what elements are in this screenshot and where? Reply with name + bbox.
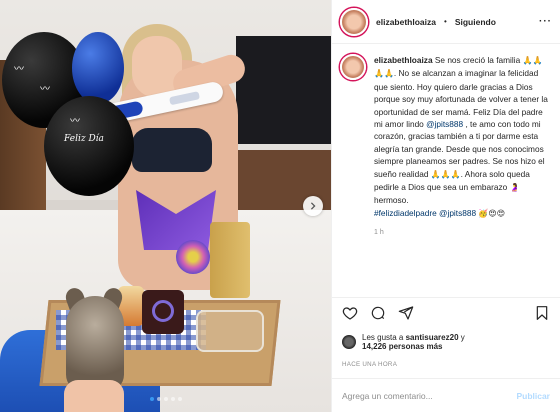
caption-time: 1 h xyxy=(374,229,384,237)
hand-holding-puppy xyxy=(64,380,124,412)
carousel-dots xyxy=(150,397,182,401)
black-balloon-feliz-dia xyxy=(44,96,134,196)
post-panel: elizabethloaiza • Siguiendo ··· elizabet… xyxy=(331,0,560,412)
caption-block: elizabethloaiza Se nos creció la familia… xyxy=(374,54,552,297)
separator-dot: • xyxy=(444,17,447,26)
comment-row: Publicar xyxy=(332,378,560,412)
caption-username[interactable]: elizabethloaiza xyxy=(374,55,433,65)
post-header: elizabethloaiza • Siguiendo ··· xyxy=(332,0,560,44)
mustache-icon: 〰 xyxy=(70,116,80,127)
flower-bouquet xyxy=(176,240,210,274)
hashtag-link[interactable]: #felizdiadelpadre xyxy=(374,208,437,218)
mention-link[interactable]: @jpits888 xyxy=(426,119,463,129)
carousel-dot xyxy=(157,397,161,401)
comment-button[interactable] xyxy=(370,305,386,321)
caption-text: elizabethloaiza Se nos creció la familia… xyxy=(374,54,552,220)
caption-area: elizabethloaiza Se nos creció la familia… xyxy=(332,44,560,297)
liker-avatar[interactable] xyxy=(342,335,356,349)
post-timestamp[interactable]: HACE UNA HORA xyxy=(332,357,560,378)
username-link[interactable]: elizabethloaiza xyxy=(376,17,436,27)
coffee-bag xyxy=(210,222,250,298)
pray-emoji: 🙏🙏🙏 xyxy=(430,169,461,179)
food-container xyxy=(196,310,264,352)
publish-button[interactable]: Publicar xyxy=(516,391,550,401)
blue-balloon xyxy=(72,32,124,104)
send-icon xyxy=(398,305,414,320)
heart-icon xyxy=(342,306,358,320)
carousel-dot xyxy=(164,397,168,401)
avatar[interactable] xyxy=(340,7,368,36)
mustache-icon: 〰 xyxy=(40,84,50,95)
television xyxy=(236,36,331,144)
post-photo[interactable]: 〰 〰 〰 Feliz Día xyxy=(0,0,331,412)
caption-part: Se nos creció la familia xyxy=(432,55,523,65)
comment-icon xyxy=(371,306,385,319)
more-options-icon[interactable]: ··· xyxy=(539,16,552,27)
carousel-dot xyxy=(171,397,175,401)
mustache-icon: 〰 xyxy=(14,64,24,75)
caption-part: hermoso. xyxy=(374,195,409,206)
likes-count[interactable]: 14,226 personas más xyxy=(362,342,443,351)
share-button[interactable] xyxy=(398,305,414,321)
pregnant-emoji: 🤰 xyxy=(509,183,520,193)
purple-ribbon xyxy=(152,300,174,322)
carousel-dot xyxy=(178,397,182,401)
following-button[interactable]: Siguiendo xyxy=(455,17,496,27)
woman-top xyxy=(132,128,212,172)
carousel-dot xyxy=(150,397,154,401)
likes-text: Les gusta a santisuarez20 y 14,226 perso… xyxy=(362,333,465,351)
mention-link[interactable]: @jpits888 xyxy=(439,208,476,218)
likes-middle: y xyxy=(458,333,465,342)
save-button[interactable] xyxy=(534,305,550,321)
caption-avatar[interactable] xyxy=(340,54,366,80)
balloon-text: Feliz Día xyxy=(64,134,104,144)
comment-input[interactable] xyxy=(342,390,517,401)
likes-row: Les gusta a santisuarez20 y 14,226 perso… xyxy=(332,327,560,357)
liker-username[interactable]: santisuarez20 xyxy=(406,333,459,342)
chevron-right-icon xyxy=(310,202,316,210)
next-slide-button[interactable] xyxy=(303,196,323,216)
party-emoji: 🥳😍😍 xyxy=(478,208,506,218)
action-bar xyxy=(332,297,560,327)
bookmark-icon xyxy=(536,305,548,320)
like-button[interactable] xyxy=(342,305,358,321)
puppy xyxy=(66,296,124,392)
likes-prefix: Les gusta a xyxy=(362,333,406,342)
